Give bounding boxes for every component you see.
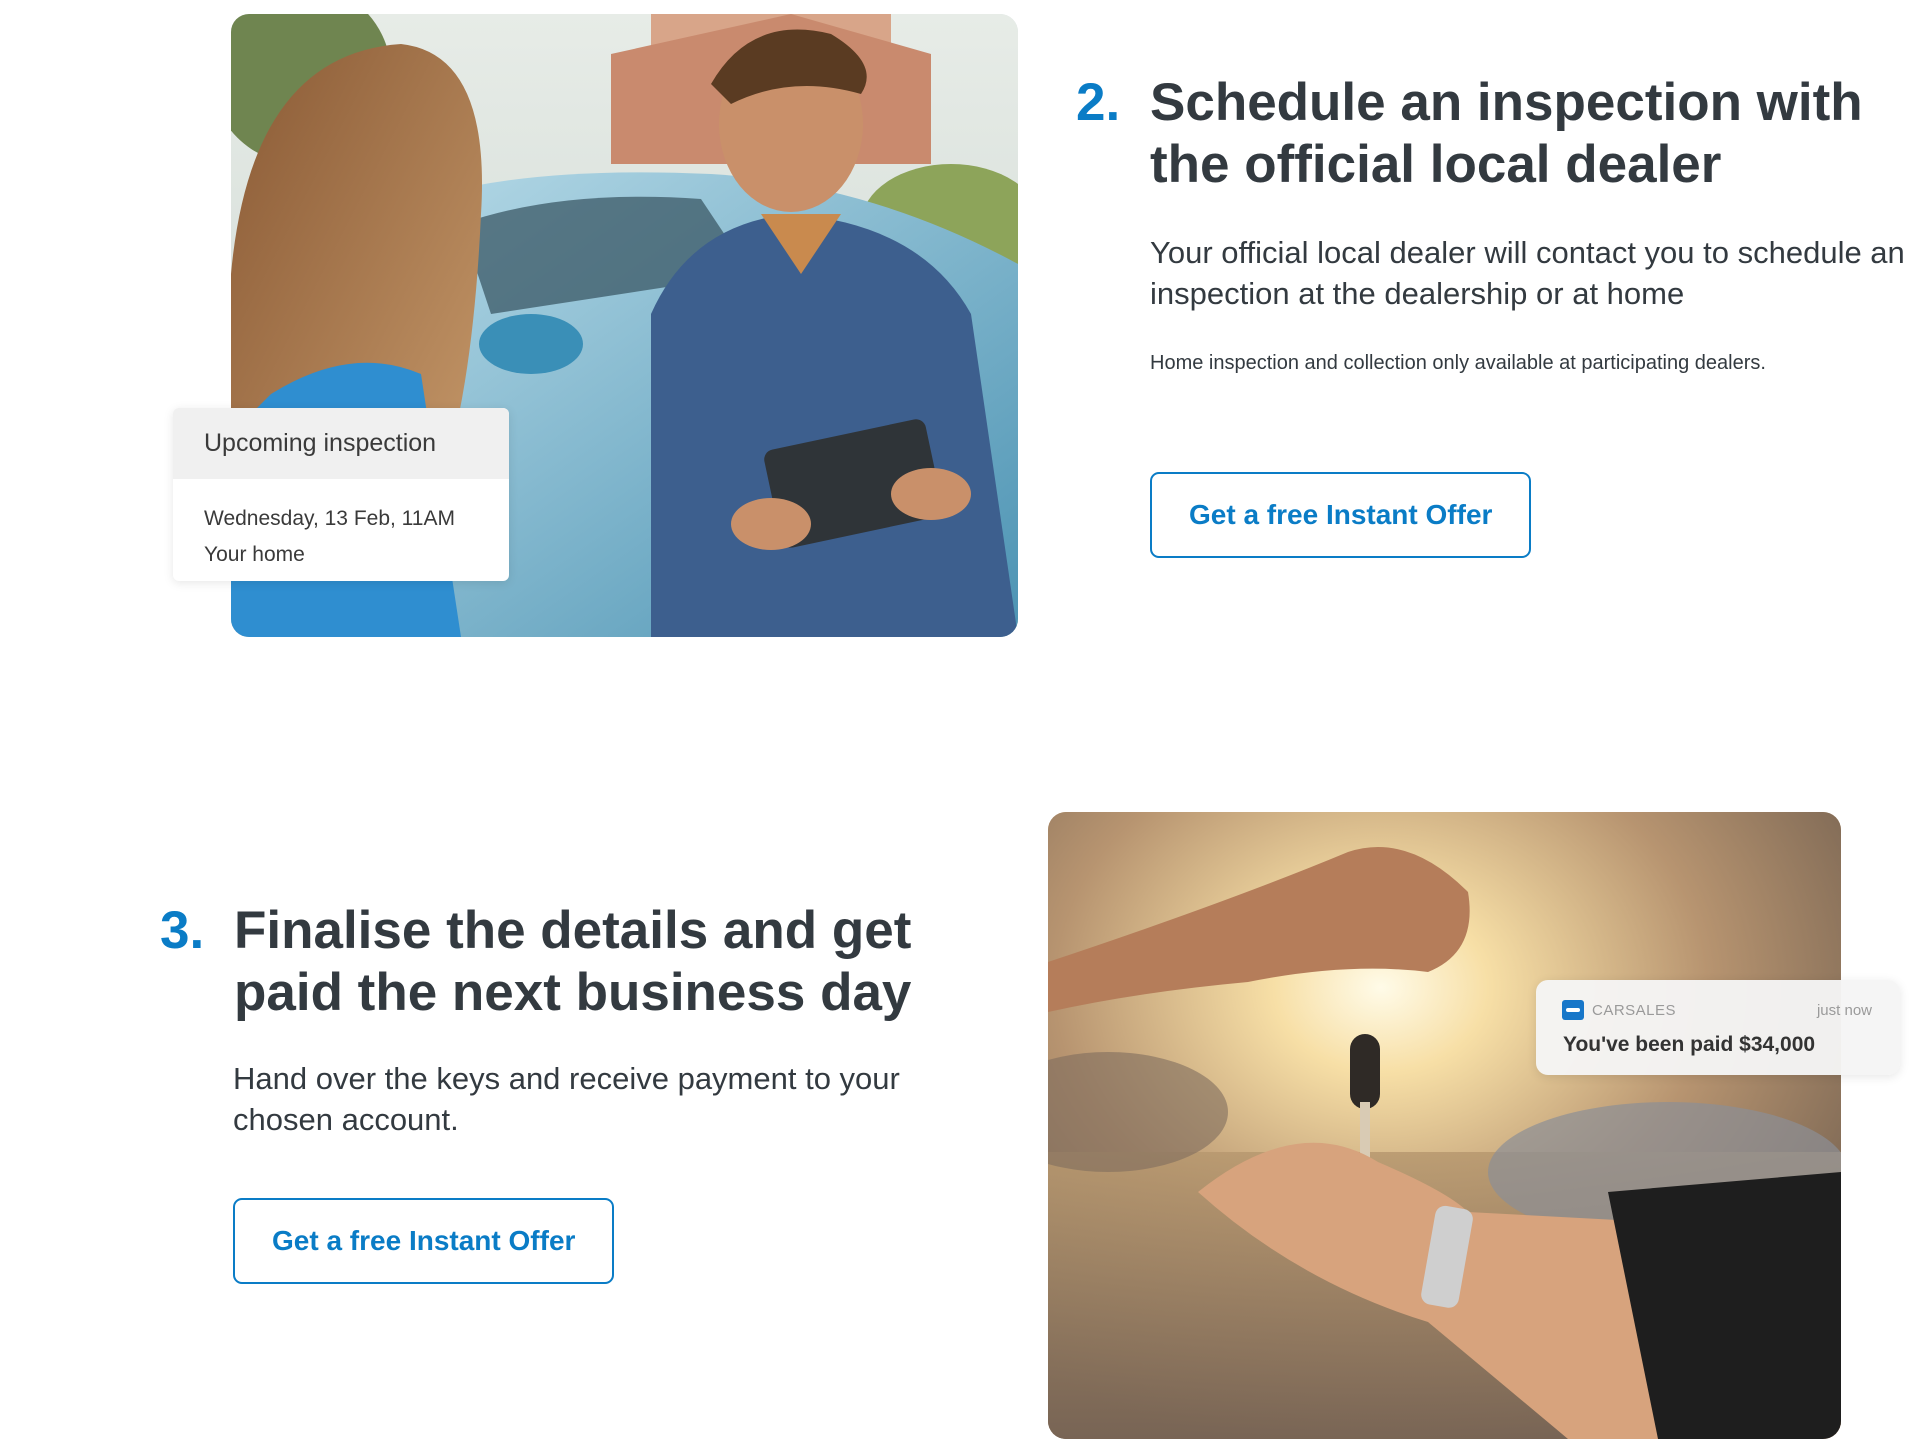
notification-message: You've been paid $34,000: [1563, 1033, 1816, 1056]
key-handover-photo: [1048, 812, 1841, 1439]
carsales-app-icon: [1562, 1000, 1584, 1020]
payment-notification: CARSALES just now You've been paid $34,0…: [1536, 980, 1900, 1075]
get-instant-offer-button[interactable]: Get a free Instant Offer: [233, 1198, 615, 1284]
page: Upcoming inspection Wednesday, 13 Feb, 1…: [0, 0, 1920, 1440]
upcoming-inspection-card: Upcoming inspection Wednesday, 13 Feb, 1…: [173, 408, 509, 581]
step-2-number: 2.: [1076, 73, 1121, 132]
notification-time: just now: [1816, 1001, 1872, 1019]
step-3-heading: 3. Finalise the details and get paid the…: [160, 900, 960, 1024]
notification-app-name: CARSALES: [1592, 1001, 1677, 1019]
step-2-section: 2. Schedule an inspection with the offic…: [1076, 72, 1920, 558]
notification-header: CARSALES just now: [1562, 1000, 1872, 1020]
inspection-card-title: Upcoming inspection: [173, 408, 509, 479]
get-instant-offer-button[interactable]: Get a free Instant Offer: [1150, 472, 1532, 558]
step-3-description: Hand over the keys and receive payment t…: [233, 1061, 900, 1137]
inspection-card-body: Wednesday, 13 Feb, 11AM Your home: [173, 479, 509, 573]
step-2-description: Your official local dealer will contact …: [1150, 235, 1905, 311]
step-3-number: 3.: [160, 901, 205, 960]
inspection-date: Wednesday, 13 Feb, 11AM: [204, 507, 455, 530]
step-3-title: Finalise the details and get paid the ne…: [234, 901, 912, 1022]
step-2-title: Schedule an inspection with the official…: [1150, 73, 1863, 194]
step-2-heading: 2. Schedule an inspection with the offic…: [1076, 72, 1920, 196]
step-3-section: 3. Finalise the details and get paid the…: [160, 900, 960, 1284]
inspection-location: Your home: [204, 543, 305, 566]
step-2-note: Home inspection and collection only avai…: [1150, 352, 1766, 374]
